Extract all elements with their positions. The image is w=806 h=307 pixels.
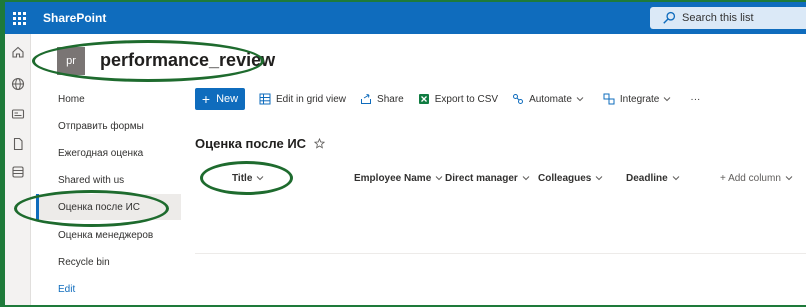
search-placeholder: Search this list bbox=[682, 12, 754, 24]
favorite-star-icon[interactable] bbox=[314, 138, 326, 149]
highlight-title-column-ellipse bbox=[200, 161, 293, 195]
column-header-label: Deadline bbox=[626, 172, 668, 184]
nav-item-recycle-bin[interactable]: Recycle bin bbox=[36, 249, 181, 275]
new-button-label: New bbox=[216, 93, 239, 105]
edit-grid-button[interactable]: Edit in grid view bbox=[259, 93, 346, 105]
nav-item-send-forms[interactable]: Отправить формы bbox=[36, 113, 181, 139]
nav-item-annual-review[interactable]: Ежегодная оценка bbox=[36, 140, 181, 166]
chevron-down-icon bbox=[672, 176, 680, 181]
column-header-employee-name[interactable]: Employee Name bbox=[354, 168, 443, 188]
add-column-button[interactable]: + Add column bbox=[720, 168, 793, 188]
app-name[interactable]: SharePoint bbox=[43, 11, 106, 25]
excel-icon bbox=[418, 94, 429, 104]
column-header-colleagues[interactable]: Colleagues bbox=[538, 168, 603, 188]
nav-item-home[interactable]: Home bbox=[36, 86, 181, 112]
list-divider bbox=[195, 253, 806, 254]
globe-icon[interactable] bbox=[10, 76, 26, 92]
automate-label: Automate bbox=[529, 93, 572, 105]
share-label: Share bbox=[377, 93, 404, 105]
list-title: Оценка после ИС bbox=[195, 136, 326, 151]
search-box[interactable]: Search this list bbox=[650, 7, 806, 29]
automate-icon bbox=[513, 94, 524, 104]
search-icon bbox=[663, 11, 676, 24]
plus-icon: + bbox=[201, 91, 211, 107]
chevron-down-icon bbox=[785, 176, 793, 181]
chevron-down-icon bbox=[435, 176, 443, 181]
app-bar bbox=[5, 34, 31, 305]
waffle-icon bbox=[12, 11, 26, 25]
chevron-down-icon bbox=[522, 176, 530, 181]
automate-button[interactable]: Automate bbox=[512, 93, 589, 105]
chevron-down-icon bbox=[596, 176, 603, 181]
chevron-down-icon bbox=[664, 97, 671, 102]
edit-grid-label: Edit in grid view bbox=[276, 93, 347, 105]
command-bar: + New Edit in grid view Share Export to … bbox=[195, 88, 700, 110]
more-icon: ··· bbox=[690, 93, 701, 105]
new-button[interactable]: + New bbox=[195, 88, 245, 110]
nav-edit-link[interactable]: Edit bbox=[36, 276, 181, 302]
home-icon[interactable] bbox=[10, 44, 26, 60]
export-csv-button[interactable]: Export to CSV bbox=[418, 93, 498, 105]
list-icon[interactable] bbox=[10, 164, 26, 180]
integrate-icon bbox=[603, 93, 615, 105]
chevron-down-icon bbox=[576, 97, 584, 102]
column-header-deadline[interactable]: Deadline bbox=[626, 168, 680, 188]
highlight-nav-item-ellipse bbox=[14, 190, 169, 227]
share-button[interactable]: Share bbox=[360, 93, 404, 105]
document-icon[interactable] bbox=[10, 136, 26, 152]
nav-item-shared-with-us[interactable]: Shared with us bbox=[36, 167, 181, 193]
app-launcher-button[interactable] bbox=[5, 2, 33, 34]
share-icon bbox=[361, 94, 372, 104]
column-header-label: Direct manager bbox=[445, 172, 518, 184]
news-icon[interactable] bbox=[10, 106, 26, 122]
column-header-direct-manager[interactable]: Direct manager bbox=[445, 168, 530, 188]
column-header-label: Colleagues bbox=[538, 172, 592, 184]
column-header-label: Employee Name bbox=[354, 172, 432, 184]
suite-bar: SharePoint Search this list bbox=[5, 2, 806, 34]
grid-icon bbox=[259, 93, 271, 105]
add-column-label: + Add column bbox=[720, 172, 781, 184]
integrate-label: Integrate bbox=[619, 93, 660, 105]
integrate-button[interactable]: Integrate bbox=[603, 93, 676, 105]
more-button[interactable]: ··· bbox=[690, 94, 700, 105]
highlight-site-title-ellipse bbox=[32, 40, 264, 82]
export-csv-label: Export to CSV bbox=[434, 93, 499, 105]
list-title-text: Оценка после ИС bbox=[195, 136, 307, 151]
